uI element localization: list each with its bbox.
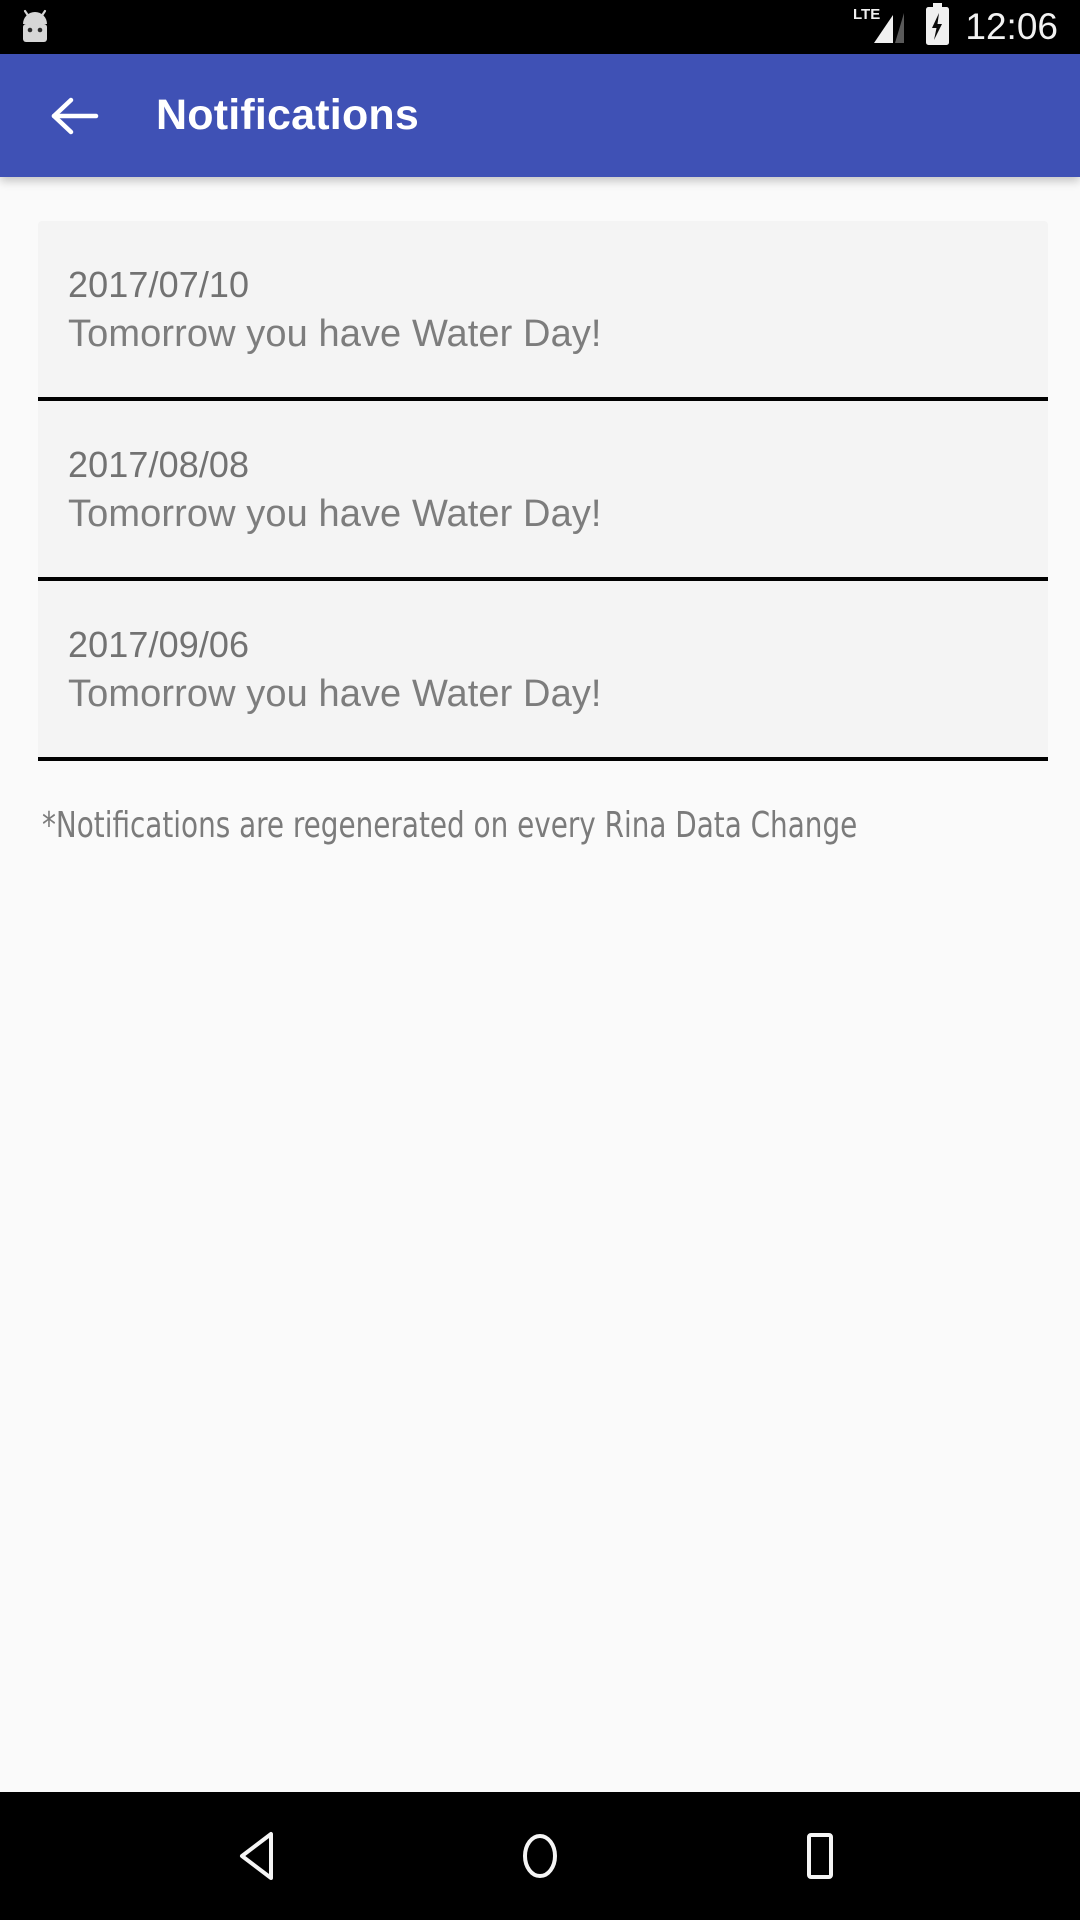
- footnote-text: *Notifications are regenerated on every …: [42, 805, 858, 846]
- app-bar: Notifications: [0, 54, 1080, 177]
- notification-list: 2017/07/10 Tomorrow you have Water Day! …: [38, 221, 1048, 761]
- svg-text:LTE: LTE: [853, 6, 880, 23]
- phone-screen: LTE 12:06 Notifications 2017/07/10 Tomor…: [0, 0, 1080, 1920]
- signal-bars-icon: LTE: [852, 4, 910, 51]
- nav-back-icon[interactable]: [205, 1801, 315, 1911]
- status-bar-right: LTE 12:06: [852, 2, 1058, 52]
- android-robot-icon: [18, 8, 52, 46]
- list-divider: [38, 757, 1048, 761]
- battery-charging-icon: [924, 2, 951, 52]
- list-item[interactable]: 2017/09/06 Tomorrow you have Water Day!: [38, 581, 1048, 757]
- notification-date: 2017/07/10: [68, 264, 250, 305]
- page-title: Notifications: [156, 91, 419, 139]
- notification-date: 2017/08/08: [68, 444, 250, 485]
- list-item[interactable]: 2017/08/08 Tomorrow you have Water Day!: [38, 401, 1048, 577]
- nav-home-icon[interactable]: [485, 1801, 595, 1911]
- notification-message: Tomorrow you have Water Day!: [68, 673, 602, 715]
- back-arrow-icon[interactable]: [48, 88, 104, 144]
- status-bar: LTE 12:06: [0, 0, 1080, 54]
- content-area: 2017/07/10 Tomorrow you have Water Day! …: [0, 177, 1080, 1792]
- notification-message: Tomorrow you have Water Day!: [68, 493, 602, 535]
- notification-message: Tomorrow you have Water Day!: [68, 313, 602, 355]
- notification-date: 2017/09/06: [68, 624, 250, 665]
- status-bar-left: [18, 8, 52, 46]
- android-navigation-bar: [0, 1792, 1080, 1920]
- list-item[interactable]: 2017/07/10 Tomorrow you have Water Day!: [38, 221, 1048, 397]
- nav-recents-icon[interactable]: [765, 1801, 875, 1911]
- status-bar-clock: 12:06: [965, 5, 1058, 47]
